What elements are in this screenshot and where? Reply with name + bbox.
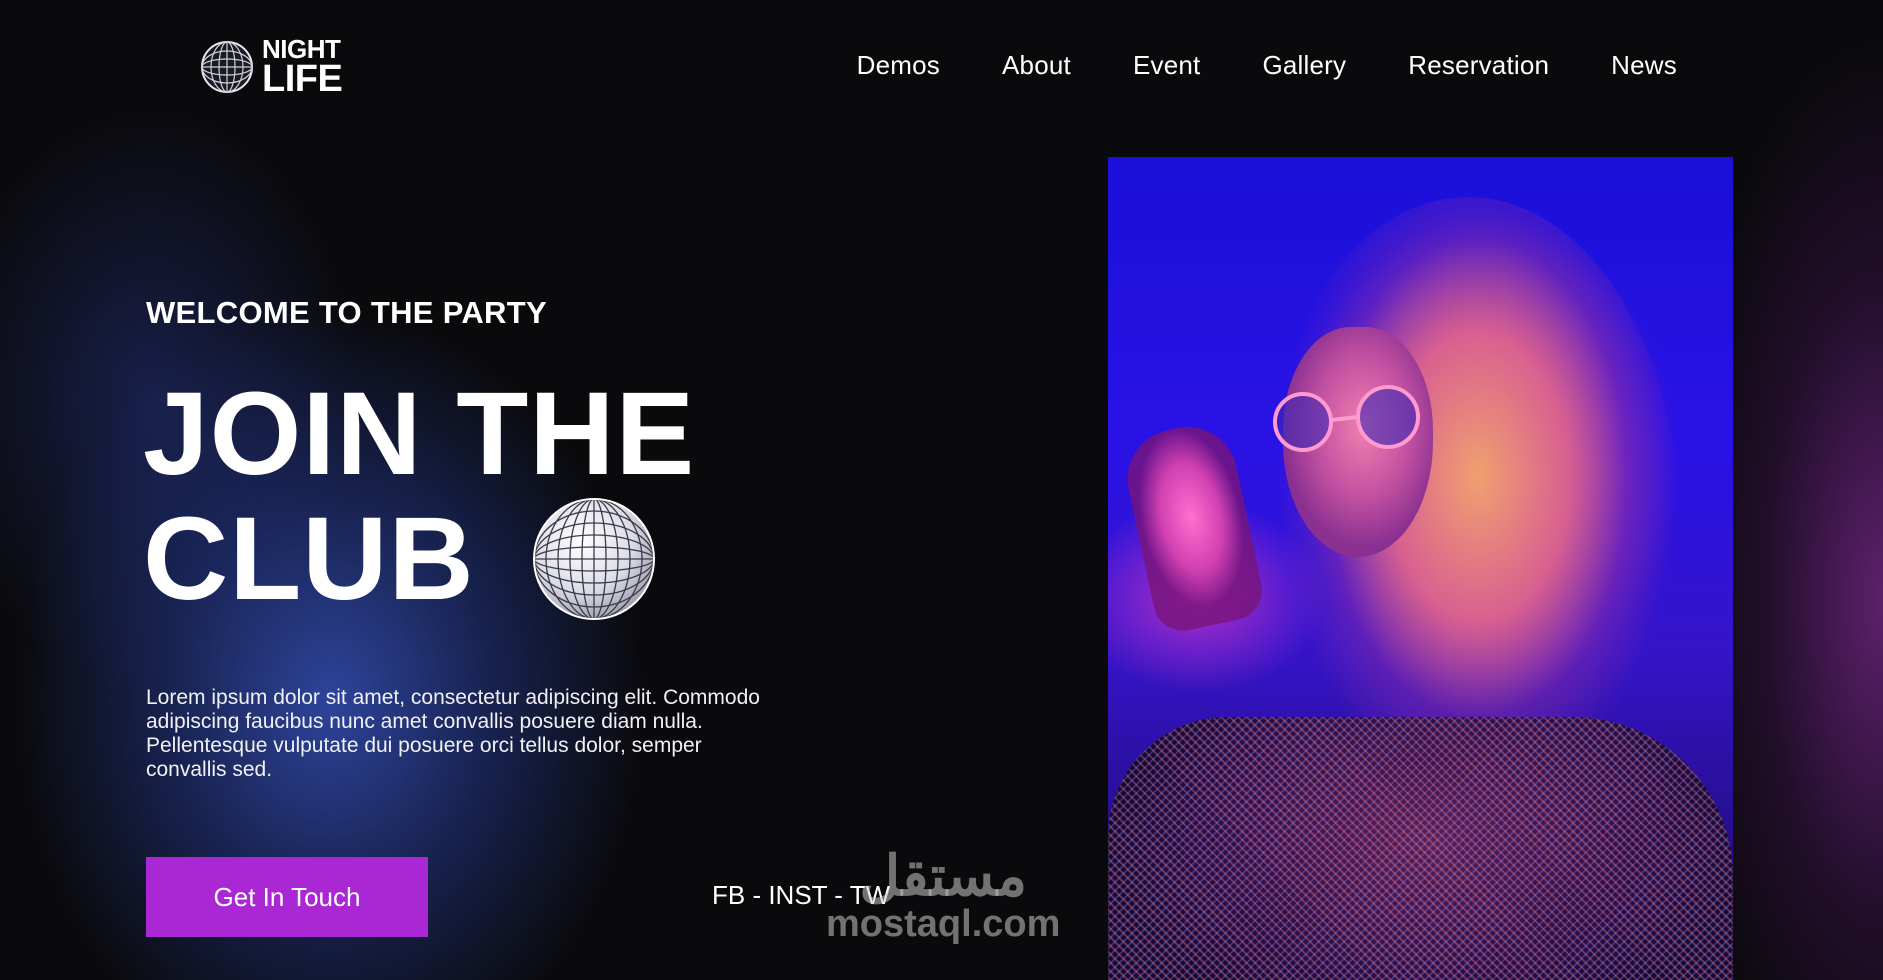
- hero-eyebrow: WELCOME TO THE PARTY: [146, 295, 547, 330]
- hero-lead-text: Lorem ipsum dolor sit amet, consectetur …: [146, 686, 760, 781]
- disco-ball-icon: [201, 41, 253, 94]
- site-header: NIGHT LIFE Demos About Event Gallery Res…: [0, 0, 1883, 140]
- photo-sequin-dress: [1108, 717, 1733, 980]
- logo-line-2: LIFE: [262, 57, 343, 100]
- nav-item-news[interactable]: News: [1611, 50, 1677, 81]
- disco-ball-icon: [532, 498, 655, 620]
- logo-text: NIGHT LIFE: [262, 36, 343, 100]
- site-watermark: مستقل mostaql.com: [826, 844, 1061, 945]
- get-in-touch-button[interactable]: Get In Touch: [146, 857, 428, 937]
- nav-item-demos[interactable]: Demos: [857, 50, 940, 81]
- headline-line-2: CLUB: [143, 493, 475, 625]
- sunglasses-icon: [1273, 385, 1420, 452]
- nav-item-gallery[interactable]: Gallery: [1262, 50, 1346, 81]
- watermark-arabic: مستقل: [859, 844, 1027, 907]
- watermark-latin: mostaql.com: [826, 903, 1061, 945]
- hero-photo: [1108, 157, 1733, 980]
- nav-item-event[interactable]: Event: [1133, 50, 1201, 81]
- nav-item-reservation[interactable]: Reservation: [1408, 50, 1549, 81]
- headline-line-1: JOIN THE: [143, 368, 696, 500]
- nav-item-about[interactable]: About: [1002, 50, 1071, 81]
- site-logo[interactable]: NIGHT LIFE: [200, 36, 343, 100]
- photo-hand-shape: [1118, 417, 1268, 637]
- hero-headline: JOIN THE CLUB: [143, 372, 695, 622]
- main-nav: Demos About Event Gallery Reservation Ne…: [857, 50, 1677, 81]
- headline-row-2: CLUB: [143, 496, 695, 622]
